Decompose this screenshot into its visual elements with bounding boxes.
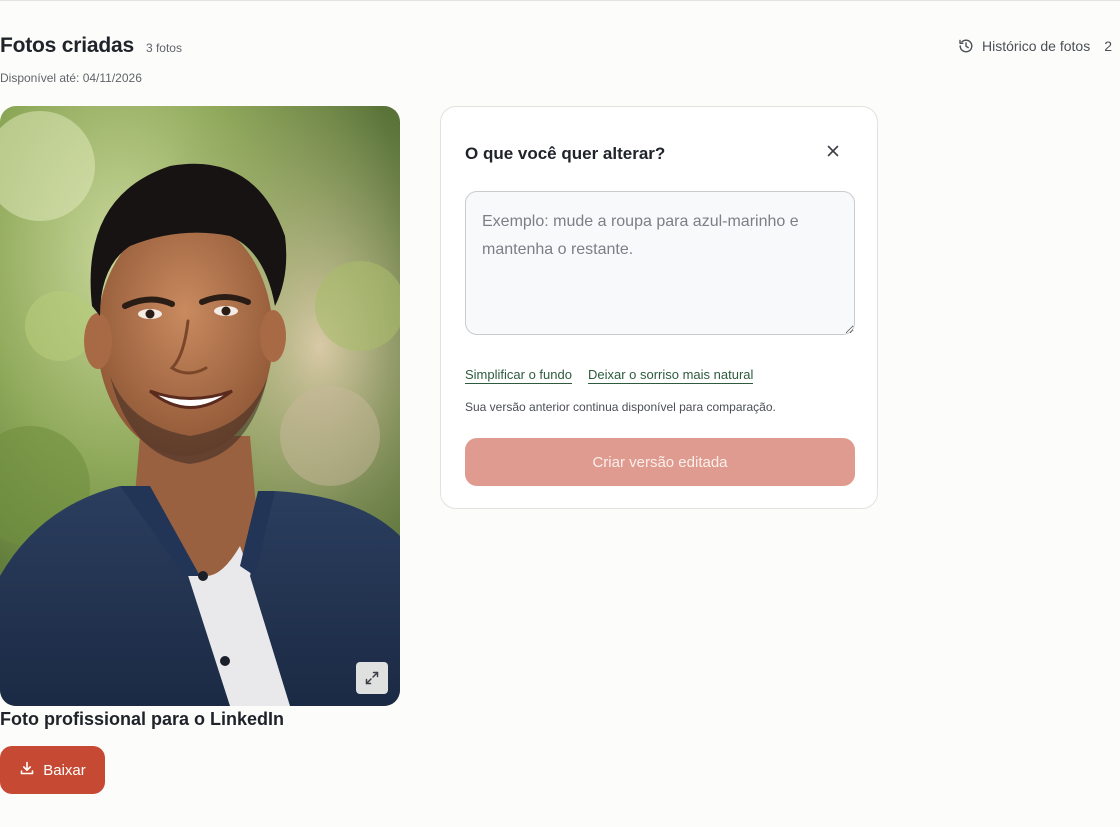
- close-button[interactable]: [824, 144, 842, 162]
- suggestion-list: Simplificar o fundo Deixar o sorriso mai…: [465, 367, 754, 384]
- edit-instructions-input[interactable]: [465, 191, 855, 335]
- page-header: Fotos criadas 3 fotos: [0, 34, 182, 58]
- generated-photo[interactable]: [0, 106, 400, 706]
- photo-caption: Foto profissional para o LinkedIn: [0, 709, 285, 729]
- expand-button[interactable]: [356, 662, 388, 694]
- create-edited-version-button[interactable]: Criar versão editada: [465, 438, 855, 486]
- portrait-image: [0, 106, 400, 706]
- suggestion-simplify-background[interactable]: Simplificar o fundo: [465, 367, 572, 384]
- history-icon: [958, 38, 974, 54]
- download-button[interactable]: Baixar: [0, 746, 105, 794]
- edit-panel: O que você quer alterar? Simplificar o f…: [440, 106, 878, 509]
- top-divider: [0, 0, 1120, 1]
- history-button[interactable]: Histórico de fotos 2: [958, 38, 1112, 54]
- availability-date: Disponível até: 04/11/2026: [0, 71, 142, 85]
- history-count: 2: [1104, 38, 1112, 54]
- download-label: Baixar: [43, 761, 86, 779]
- photo-count: 3 fotos: [145, 41, 182, 55]
- comparison-note: Sua versão anterior continua disponível …: [465, 400, 776, 414]
- page-title: Fotos criadas: [0, 34, 134, 57]
- edit-panel-title: O que você quer alterar?: [465, 144, 666, 163]
- download-icon: [19, 760, 35, 780]
- suggestion-natural-smile[interactable]: Deixar o sorriso mais natural: [587, 367, 754, 384]
- history-label: Histórico de fotos: [982, 38, 1091, 54]
- close-icon: [827, 144, 839, 162]
- expand-icon: [364, 670, 380, 686]
